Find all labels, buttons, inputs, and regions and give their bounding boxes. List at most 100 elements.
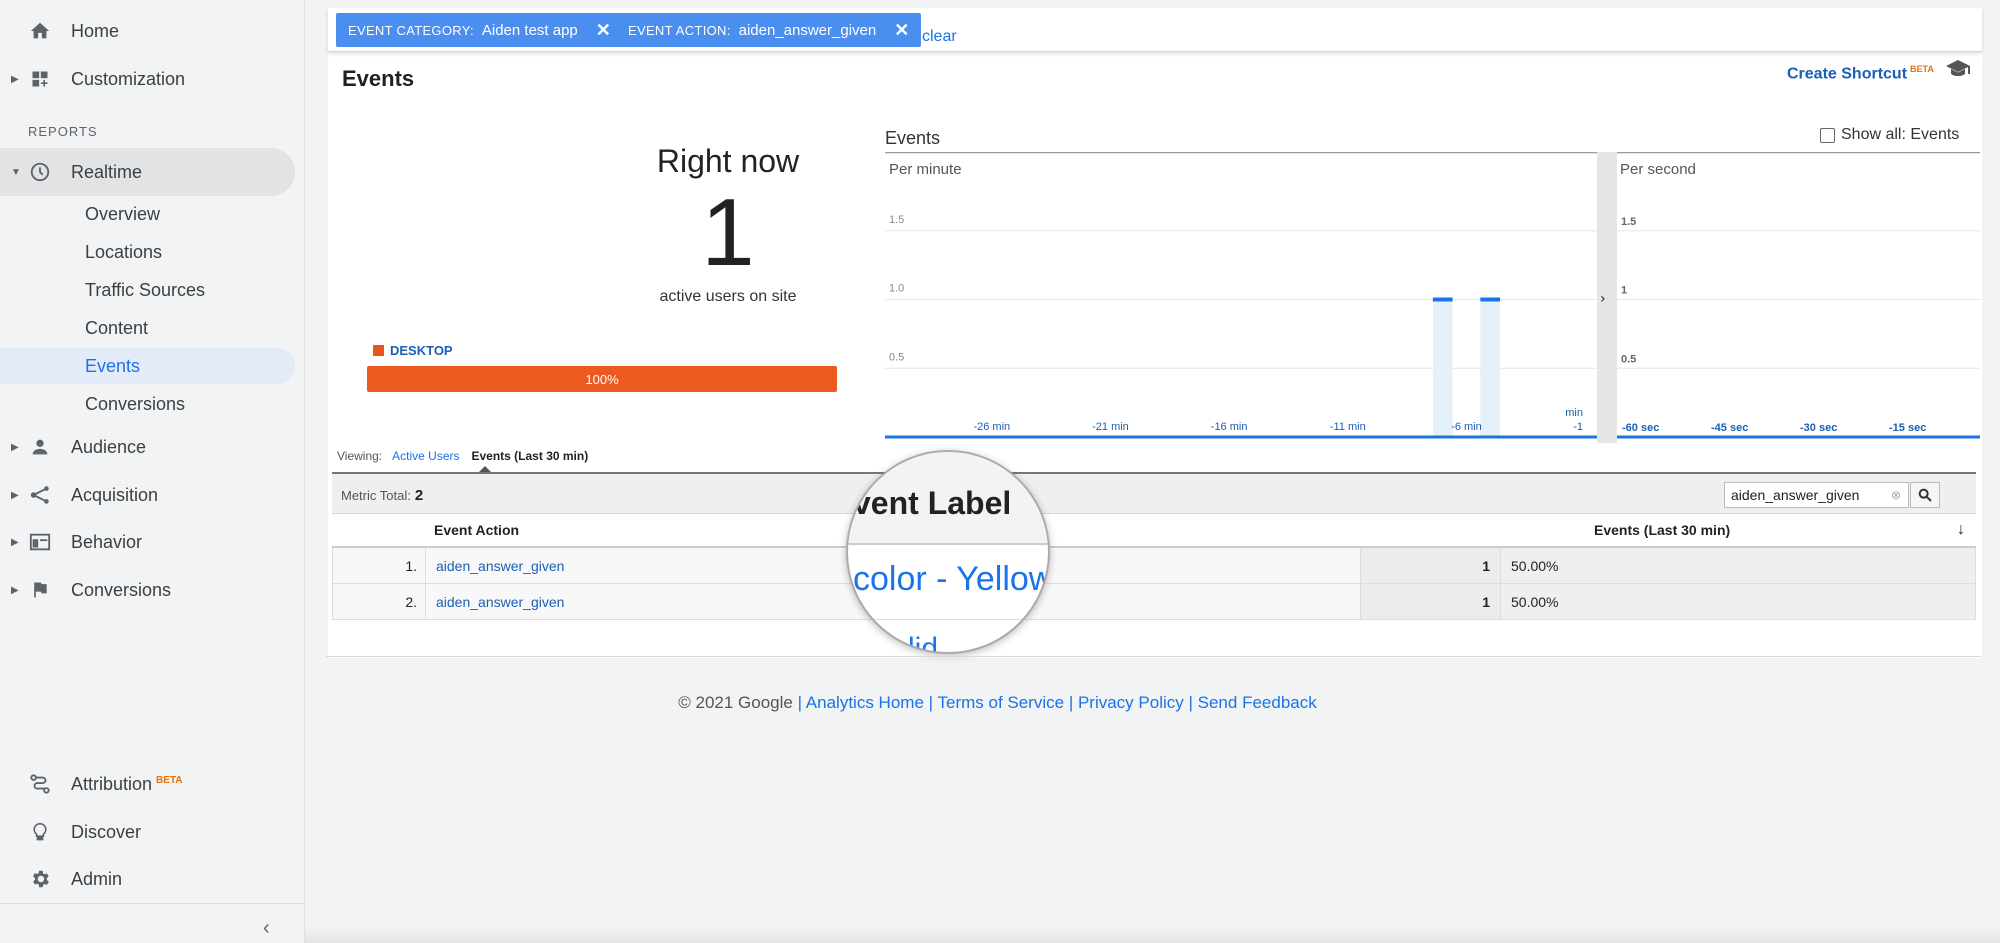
nav-events-label: Events [85,355,141,376]
nav-realtime[interactable]: ▼ Realtime [0,148,295,196]
nav-customization-label: Customization [71,68,186,89]
search-button[interactable] [1910,482,1940,508]
expand-arrow-icon: ▶ [11,489,19,501]
chevron-right-icon[interactable]: › [1600,291,1606,307]
per-minute-x-tick-label: -1 [1573,421,1583,433]
nav-home[interactable]: Home [0,7,295,55]
events-chart-title: Events [885,128,941,148]
nav-conversions[interactable]: ▶ Conversions [0,566,295,614]
lightbulb-icon [28,820,52,844]
clear-search-icon[interactable]: ⊗ [1891,488,1901,502]
sep: | [1068,693,1078,712]
per-minute-y-tick-label: 1.5 [889,214,904,226]
create-shortcut-label: Create Shortcut [1787,65,1908,83]
sort-descending-icon[interactable]: ↓ [1957,514,1965,546]
nav-attribution[interactable]: Attribution BETA [0,760,295,808]
nav-audience[interactable]: ▶ Audience [0,423,295,471]
close-icon[interactable]: ✕ [596,20,611,41]
events-chart: Per minute Per second 0.5 1.0 1.5 -26 min -… [885,152,1980,443]
clock-icon [28,160,52,184]
create-shortcut-link[interactable]: Create Shortcut BETA [1787,64,1934,83]
nav-behavior[interactable]: ▶ Behavior [0,518,295,566]
viewing-label: Viewing: [337,449,383,463]
row-index: 2. [333,584,426,619]
beta-badge: BETA [1910,64,1934,74]
column-header-events[interactable]: Events (Last 30 min) [1594,514,1730,546]
nav-realtime-locations[interactable]: Locations [0,234,295,270]
nav-realtime-conversions[interactable]: Conversions [0,386,295,422]
per-minute-y-tick-label: 1.0 [889,283,904,295]
magnifier-lens: vent Label color - Yellow lid [846,450,1050,654]
nav-attribution-label: Attribution BETA [71,774,183,795]
nav-content-label: Content [85,317,149,338]
active-users-view-link[interactable]: Active Users [392,449,459,463]
show-all-events-toggle[interactable]: Show all: Events [1820,126,1959,144]
attribution-text: Attribution [71,773,153,794]
nav-admin-label: Admin [71,868,123,889]
per-minute-bar-cap [1480,297,1501,302]
graduation-cap-icon[interactable] [1945,58,1971,84]
collapse-sidebar-icon[interactable]: ‹ [263,917,270,940]
nav-realtime-conversions-label: Conversions [85,393,186,414]
footer-link-feedback[interactable]: Send Feedback [1198,693,1317,712]
sep: | [1188,693,1198,712]
nav-traffic-sources-label: Traffic Sources [85,279,206,300]
clear-filters-link[interactable]: clear [922,28,957,46]
footer-link-terms[interactable]: Terms of Service [937,693,1064,712]
filter-value: aiden_answer_given [738,21,877,39]
nav-discover-label: Discover [71,821,142,842]
events-view-current[interactable]: Events (Last 30 min) [472,449,589,463]
metric-total-value: 2 [414,487,424,504]
nav-realtime-overview[interactable]: Overview [0,196,295,232]
magnified-column-header: vent Label [853,485,1012,521]
filter-bar: EVENT CATEGORY: Aiden test app ✕ EVENT A… [328,8,1982,52]
beta-badge: BETA [156,774,183,786]
expand-arrow-icon: ▶ [11,584,19,596]
nav-conversions-label: Conversions [71,579,172,600]
events-table: Event Action Events (Last 30 min) ↓ 1. a… [332,514,1976,620]
per-second-y-tick-label: 1 [1621,285,1627,297]
nav-realtime-events[interactable]: Events [0,348,295,384]
nav-overview-label: Overview [85,203,161,224]
show-all-checkbox[interactable] [1820,127,1835,143]
filter-chip-event-action[interactable]: EVENT ACTION: aiden_answer_given ✕ [616,13,922,47]
per-second-x-tick-label: -30 sec [1800,422,1837,434]
home-icon [28,19,52,43]
nav-acquisition[interactable]: ▶ Acquisition [0,471,295,519]
nav-locations-label: Locations [85,241,163,262]
active-users-count: 1 [701,179,755,286]
column-header-event-action[interactable]: Event Action [434,514,519,546]
table-header: Event Action Events (Last 30 min) ↓ [332,514,1976,548]
page-footer: © 2021 Google | Analytics Home | Terms o… [0,693,2000,713]
magnified-partial-text: lid [908,632,939,654]
per-minute-x-tick-label: -26 min [973,421,1010,433]
nav-realtime-content[interactable]: Content [0,310,295,346]
collapse-arrow-icon: ▼ [11,166,21,178]
footer-link-privacy[interactable]: Privacy Policy [1078,693,1184,712]
metric-total-row: Metric Total:2 ⊗ [332,472,1976,514]
footer-link-analytics-home[interactable]: Analytics Home [806,693,924,712]
nav-customization[interactable]: ▶ Customization [0,55,295,103]
per-second-label: Per second [1620,161,1696,178]
per-minute-y-tick-label: 0.5 [889,351,904,363]
chart-background [885,152,1980,443]
nav-discover[interactable]: Discover [0,808,295,856]
metric-total-label: Metric Total: [341,488,411,503]
close-icon[interactable]: ✕ [894,20,909,41]
desktop-legend-swatch [373,345,384,356]
device-share-bar: 100% [367,366,837,392]
nav-acquisition-label: Acquisition [71,484,159,505]
copyright-text: © 2021 Google [678,693,793,712]
event-count: 1 [1361,548,1501,583]
filter-chip-event-category[interactable]: EVENT CATEGORY: Aiden test app ✕ [336,13,623,47]
nav-admin[interactable]: Admin [0,855,295,903]
per-second-x-tick-label: -45 sec [1711,422,1748,434]
event-percent: 50.00% [1501,548,1975,583]
row-index: 1. [333,548,426,583]
nav-realtime-traffic-sources[interactable]: Traffic Sources [0,272,295,308]
per-minute-x-unit-label: min [1565,407,1583,419]
sidebar: Home ▶ Customization REPORTS ▼ Realtime … [0,0,305,943]
table-search-input[interactable] [1724,482,1909,508]
right-now-title: Right now [656,143,800,179]
per-minute-x-tick-label: -16 min [1211,421,1248,433]
